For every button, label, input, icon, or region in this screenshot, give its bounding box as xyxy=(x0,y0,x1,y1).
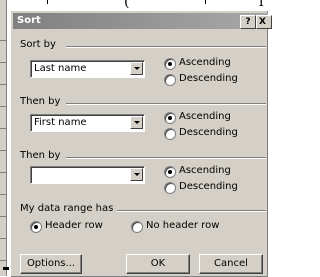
background-title-fragment: ( xyxy=(124,0,130,10)
then-by-2-dropdown-button[interactable] xyxy=(130,168,143,181)
then-by-2-ascending-label: Ascending xyxy=(179,165,231,176)
background-title-fragment-right: l xyxy=(259,0,264,10)
radio-button[interactable] xyxy=(164,182,176,194)
row-header-column xyxy=(0,0,7,276)
then-by-1-value: First name xyxy=(34,117,87,128)
sort-by-label: Sort by xyxy=(20,39,56,50)
row-gridline xyxy=(0,216,6,217)
sort-by-value: Last name xyxy=(34,63,87,74)
help-button[interactable]: ? xyxy=(240,15,256,29)
ok-button[interactable]: OK xyxy=(126,254,190,274)
then-by-1-separator xyxy=(66,103,266,105)
row-gridline xyxy=(0,150,6,151)
sort-by-select[interactable]: Last name xyxy=(30,60,145,78)
row-gridline xyxy=(0,62,6,63)
chevron-down-icon xyxy=(134,121,140,124)
chevron-down-icon xyxy=(134,173,140,176)
data-range-label: My data range has xyxy=(20,203,114,214)
then-by-1-descending-label: Descending xyxy=(179,127,238,138)
radio-button[interactable] xyxy=(164,74,176,86)
row-gridline xyxy=(0,84,6,85)
sort-by-ascending-label: Ascending xyxy=(179,57,231,68)
background-tick xyxy=(47,0,48,4)
radio-button[interactable] xyxy=(164,128,176,140)
then-by-2-descending-label: Descending xyxy=(179,181,238,192)
radio-button-selected[interactable] xyxy=(164,112,176,124)
header-row-label: Header row xyxy=(45,220,103,231)
row-gridline xyxy=(0,40,6,41)
sort-by-descending-label: Descending xyxy=(179,73,238,84)
then-by-1-select[interactable]: First name xyxy=(30,114,145,132)
row-gridline xyxy=(0,128,6,129)
sort-by-separator xyxy=(66,46,266,48)
row-gridline xyxy=(0,106,6,107)
chevron-down-icon xyxy=(134,67,140,70)
radio-button-selected[interactable] xyxy=(30,221,42,233)
sort-by-dropdown-button[interactable] xyxy=(130,62,143,75)
options-button[interactable]: Options... xyxy=(20,254,82,274)
dialog-title: Sort xyxy=(17,15,41,26)
row-gridline xyxy=(0,260,6,261)
title-bar[interactable]: Sort ? X xyxy=(13,13,272,29)
then-by-2-separator xyxy=(66,157,266,159)
sort-dialog: Sort ? X Sort by Last name Ascending Des… xyxy=(10,10,272,277)
radio-button-selected[interactable] xyxy=(164,58,176,70)
radio-button-selected[interactable] xyxy=(164,166,176,178)
radio-button[interactable] xyxy=(131,221,143,233)
background-tick xyxy=(205,0,206,4)
then-by-1-ascending-label: Ascending xyxy=(179,111,231,122)
then-by-1-dropdown-button[interactable] xyxy=(130,116,143,129)
row-gridline xyxy=(0,172,6,173)
selection-handle xyxy=(3,267,9,270)
then-by-2-select[interactable] xyxy=(30,166,145,184)
close-button[interactable]: X xyxy=(256,15,272,29)
cancel-button[interactable]: Cancel xyxy=(199,254,263,274)
data-range-separator xyxy=(117,210,266,212)
then-by-1-label: Then by xyxy=(20,96,61,107)
row-gridline xyxy=(0,194,6,195)
then-by-2-label: Then by xyxy=(20,150,61,161)
row-gridline xyxy=(0,238,6,239)
no-header-row-label: No header row xyxy=(146,220,220,231)
